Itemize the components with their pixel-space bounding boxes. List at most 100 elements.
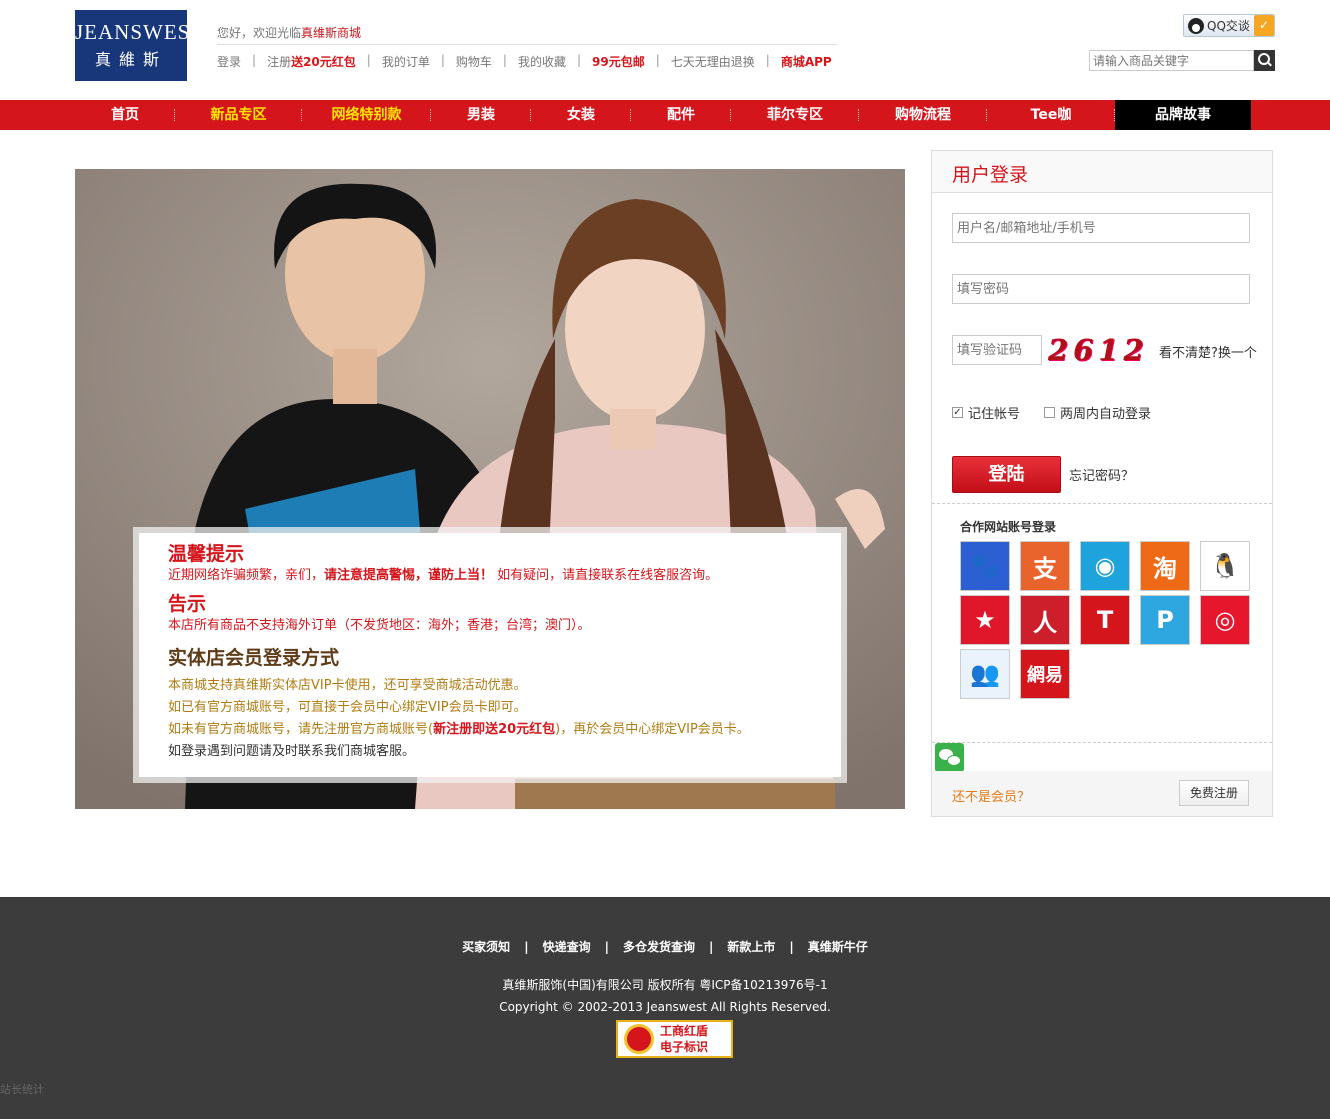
baidu-login-icon[interactable]: 🐾 [960,541,1010,591]
netease-login-icon[interactable]: 網易 [1020,649,1070,699]
kaixin-login-icon[interactable]: ★ [960,595,1010,645]
free-register-button[interactable]: 免费注册 [1179,780,1249,806]
notice-heading-tips: 温馨提示 [168,543,245,565]
top-link-7[interactable]: 商城APP [781,53,832,70]
footer-link-separator: | [709,940,714,954]
welcome-text: 您好，欢迎光临真维斯商城 [217,24,361,41]
footer-links: 买家须知 | 快递查询 | 多仓发货查询 | 新款上市 | 真维斯牛仔 [0,938,1330,955]
footer-link-separator: | [789,940,794,954]
tencent-weibo-login-icon[interactable]: P [1140,595,1190,645]
top-link-3[interactable]: 购物车 [456,53,492,70]
taobao-login-icon[interactable]: 淘 [1140,541,1190,591]
top-link-text: 注册 [267,55,292,69]
login-button[interactable]: 登陆 [952,456,1061,493]
notice-p5-c: )，再於会员中心绑定VIP会员卡。 [555,722,750,737]
nav-item-7[interactable]: 购物流程 [859,100,987,130]
captcha-input[interactable] [952,335,1042,365]
notice-heading-announcement: 告示 [168,593,207,615]
search-bar [1089,50,1275,71]
msn-login-icon[interactable]: 👥 [960,649,1010,699]
footer-link-separator: | [604,940,609,954]
site-stats-link[interactable]: 站长统计 [0,1081,44,1097]
nav-item-5[interactable]: 配件 [631,100,731,130]
top-link-text: 我的收藏 [517,55,566,69]
remember-account[interactable]: ✓ 记住帐号 [952,403,1020,422]
notice-heading-member: 实体店会员登录方式 [168,647,340,669]
renren-login-icon[interactable]: 人 [1020,595,1070,645]
captcha-refresh-link[interactable]: 看不清楚?换一个 [1159,342,1257,361]
badge-line-2: 电子标识 [660,1040,709,1054]
top-link-0[interactable]: 登录 [217,53,241,70]
footer-link-3[interactable]: 新款上市 [727,940,775,954]
captcha-image[interactable]: 2612 [1048,333,1154,367]
nav-item-3[interactable]: 男装 [431,100,531,130]
footer-link-1[interactable]: 快递查询 [543,940,591,954]
link-separator: | [366,53,371,67]
notice-box: 温馨提示 近期网络诈骗频繁，亲们，请注意提高警惕，谨防上当！ 如有疑问，请直接联… [133,527,847,783]
top-links: 登录 | 注册送20元红包 | 我的订单 | 购物车 | 我的收藏 | 99元包邮 | 七天无理由退换 |… [217,53,832,70]
username-input[interactable] [952,213,1250,243]
forgot-password-link[interactable]: 忘记密码？ [1069,465,1134,484]
link-separator: | [576,53,582,67]
footer-link-4[interactable]: 真维斯牛仔 [808,940,868,954]
top-link-4[interactable]: 我的收藏 [518,53,566,70]
notice-p1-a: 近期网络诈骗频繁，亲们， [168,568,325,583]
footer-link-0[interactable]: 买家须知 [462,940,510,954]
shield-icon: ✓ [1254,15,1274,36]
logo-cn: 真維斯 [94,50,167,69]
footer-link-2[interactable]: 多仓发货查询 [623,940,695,954]
notice-vip-bind: 如已有官方商城账号，可直接于会员中心绑定VIP会员卡即可。 [168,700,527,715]
footer: 买家须知 | 快递查询 | 多仓发货查询 | 新款上市 | 真维斯牛仔 真维斯服饰(中国)有限公… [0,897,1330,1119]
sina-ask-login-icon[interactable]: ◉ [1080,541,1130,591]
nav-item-0[interactable]: 首页 [75,100,175,130]
remember-checkbox[interactable]: ✓ [952,407,963,418]
nav-item-6[interactable]: 菲尔专区 [731,100,859,130]
notice-p5-b: 新注册即送20元红包 [433,722,556,737]
link-separator: | [655,53,660,67]
auto-login-label: 两周内自动登录 [1060,407,1152,422]
top-link-5[interactable]: 99元包邮 [592,53,645,70]
remember-label: 记住帐号 [968,407,1021,422]
link-separator: | [765,53,770,67]
wechat-icon[interactable] [935,743,964,772]
tianya-login-icon[interactable]: T [1080,595,1130,645]
badge-line-1: 工商红盾 [660,1024,709,1038]
top-link-text: 我的订单 [381,55,430,69]
top-link-2[interactable]: 我的订单 [382,53,430,70]
nav-item-8[interactable]: Tee咖 [987,100,1115,130]
nav-item-9[interactable]: 品牌故事 [1115,100,1251,130]
partner-icons: 🐾 支 ◉ 淘 🐧 ★ 人 T P ◎ 👥 網易 [960,541,1260,703]
nav-list: 首页 新品专区 网络特别款 男装 女装 配件 菲尔专区 购物流程 Tee咖 品牌故事 [75,100,1251,130]
search-input[interactable] [1089,50,1254,71]
auto-login[interactable]: 两周内自动登录 [1044,403,1151,422]
qq-login-icon[interactable]: 🐧 [1200,541,1250,591]
qq-chat-button[interactable]: QQ交谈 ✓ [1183,14,1275,37]
top-link-6[interactable]: 七天无理由退换 [671,53,755,70]
login-panel: 用户登录 2612 看不清楚?换一个 ✓ 记住帐号 两周内自动登录 登陆 忘记密… [931,150,1273,817]
notice-p5-a: 如未有官方商城账号，请先注册官方商城账号( [168,722,434,737]
police-emblem-icon [624,1024,654,1054]
nav-item-1[interactable]: 新品专区 [175,100,302,130]
jeanswest-logo[interactable]: JEANSWEST 真維斯 [75,10,203,81]
password-input[interactable] [952,274,1250,304]
divider [932,742,1272,743]
top-link-1[interactable]: 注册送20元红包 [267,53,356,70]
top-link-text: 七天无理由退换 [670,55,755,69]
footer-copyright-en: Copyright © 2002-2013 Jeanswest All Righ… [499,1000,831,1014]
link-separator: | [440,53,445,67]
top-link-text: 登录 [217,55,242,69]
notice-overseas: 本店所有商品不支持海外订单（不发货地区：海外；香港；台湾；澳门）。 [168,618,591,633]
red-shield-badge[interactable]: 工商红盾 电子标识 [616,1020,733,1058]
footer-link-separator: | [524,940,529,954]
link-separator: | [252,53,257,67]
nav-item-2[interactable]: 网络特别款 [302,100,431,130]
nav-item-4[interactable]: 女装 [531,100,631,130]
alipay-login-icon[interactable]: 支 [1020,541,1070,591]
auto-login-checkbox[interactable] [1044,407,1055,418]
search-icon[interactable] [1254,50,1275,71]
welcome-site[interactable]: 真维斯商城 [301,26,361,40]
top-link-highlight: 99元包邮 [592,55,645,69]
header-divider [217,44,837,45]
sina-weibo-login-icon[interactable]: ◎ [1200,595,1250,645]
notice-p1-b: 请注意提高警惕，谨防上当！ [324,568,494,583]
